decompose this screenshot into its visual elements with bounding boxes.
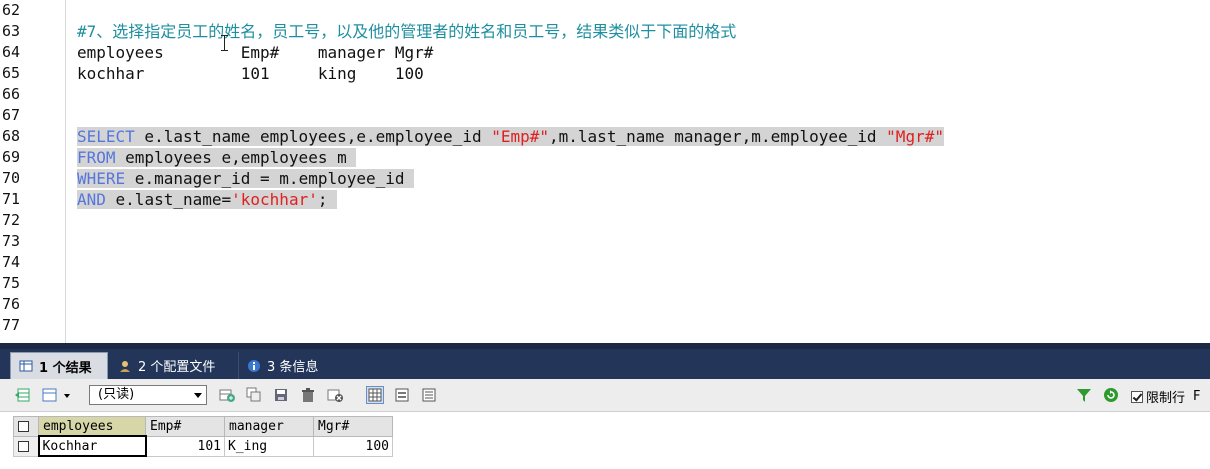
editor-line[interactable]: 67: [0, 105, 1210, 126]
line-number: 69: [2, 148, 21, 166]
sql-string: "Emp#": [491, 127, 550, 146]
result-grid[interactable]: employees Emp# manager Mgr# Kochhar 101 …: [13, 416, 393, 457]
editor-line[interactable]: 74: [0, 252, 1210, 273]
text-view-icon[interactable]: [421, 387, 437, 403]
column-header[interactable]: employees: [38, 416, 146, 437]
chevron-down-icon: [194, 393, 202, 398]
editor-line[interactable]: 64 employees Emp# manager Mgr#: [0, 42, 1210, 63]
code-segment: employees e,employees m: [115, 148, 357, 167]
editor-line[interactable]: 70 WHERE e.manager_id = m.employee_id: [0, 168, 1210, 189]
import-dropdown-icon[interactable]: [42, 387, 74, 403]
sql-keyword: SELECT: [77, 127, 135, 146]
line-number: 70: [2, 169, 21, 187]
filter-icon[interactable]: [1076, 387, 1092, 403]
grid-cell[interactable]: K_ing: [224, 435, 314, 457]
duplicate-row-icon[interactable]: [246, 387, 262, 403]
line-number: 75: [2, 274, 21, 292]
editor-line[interactable]: 72: [0, 210, 1210, 231]
code-segment: e.manager_id = m.employee_id: [125, 169, 415, 188]
info-icon: [247, 359, 261, 373]
code-segment: ,m.last_name manager,m.employee_id: [549, 127, 887, 146]
tab-messages[interactable]: 3 条信息: [238, 352, 334, 379]
form-view-icon[interactable]: [394, 387, 410, 403]
select-all-checkbox[interactable]: [18, 420, 29, 432]
result-tabbar: 1 个结果 2 个配置文件 3 条信息: [0, 349, 1210, 379]
table-row[interactable]: Kochhar 101 K_ing 100: [13, 435, 393, 457]
column-header[interactable]: Emp#: [145, 416, 225, 437]
code-text: employees Emp# manager Mgr#: [77, 43, 434, 62]
editor-line[interactable]: 68 SELECT e.last_name employees,e.employe…: [0, 126, 1210, 147]
code-text: SELECT e.last_name employees,e.employee_…: [77, 126, 944, 147]
editor-line[interactable]: 62: [0, 0, 1210, 21]
line-number: 67: [2, 106, 21, 124]
line-number: 74: [2, 253, 21, 271]
line-number: 71: [2, 190, 21, 208]
tab-label: 1 个结果: [39, 360, 92, 376]
editor-line[interactable]: 76: [0, 294, 1210, 315]
column-header[interactable]: manager: [224, 416, 314, 437]
sql-string: 'kochhar': [231, 190, 318, 209]
column-header[interactable]: Mgr#: [313, 416, 393, 437]
line-number: 76: [2, 295, 21, 313]
line-number: 66: [2, 85, 21, 103]
sql-editor[interactable]: 62 63 #7、选择指定员工的姓名，员工号，以及他的管理者的姓名和员工号，结果类…: [0, 0, 1210, 343]
result-toolbar: (只读) 限制行 F: [0, 379, 1210, 412]
editor-line[interactable]: 69 FROM employees e,employees m: [0, 147, 1210, 168]
tab-label: 2 个配置文件: [138, 360, 216, 375]
line-number: 72: [2, 211, 21, 229]
select-value: (只读): [98, 387, 135, 402]
row-select-cell[interactable]: [13, 435, 39, 457]
text-cursor-icon: [221, 33, 229, 53]
limit-rows-toggle[interactable]: 限制行 F: [1131, 387, 1201, 406]
editor-line[interactable]: 75: [0, 273, 1210, 294]
code-text: AND e.last_name='kochhar';: [77, 189, 338, 210]
line-number: 62: [2, 1, 21, 19]
grid-cell[interactable]: 100: [313, 435, 393, 457]
refresh-icon[interactable]: [1103, 387, 1119, 403]
sql-string: "Mgr#": [886, 127, 944, 146]
cancel-changes-icon[interactable]: [327, 387, 343, 403]
result-grid-icon: [19, 359, 33, 373]
code-segment: e.last_name employees,e.employee_id: [134, 127, 492, 146]
limit-rows-label: 限制行: [1146, 391, 1186, 406]
editor-line[interactable]: 77: [0, 315, 1210, 336]
sql-keyword: AND: [77, 190, 106, 209]
line-number: 64: [2, 43, 21, 61]
delete-trash-icon[interactable]: [300, 387, 316, 403]
export-icon[interactable]: [15, 387, 31, 403]
line-number: 65: [2, 64, 21, 82]
tab-label: 3 条信息: [267, 360, 319, 375]
line-number: 77: [2, 316, 21, 334]
profile-icon: [118, 359, 132, 373]
grid-cell[interactable]: 101: [145, 435, 225, 457]
code-text: kochhar 101 king 100: [77, 64, 424, 83]
editor-line[interactable]: 65 kochhar 101 king 100: [0, 63, 1210, 84]
read-only-mode-select[interactable]: (只读): [89, 385, 207, 405]
limit-rows-checkbox[interactable]: [1131, 390, 1143, 403]
editor-line[interactable]: 73: [0, 231, 1210, 252]
editor-line[interactable]: 71 AND e.last_name='kochhar';: [0, 189, 1210, 210]
grid-cell[interactable]: Kochhar: [37, 435, 147, 457]
grid-view-icon[interactable]: [366, 386, 384, 404]
code-text: WHERE e.manager_id = m.employee_id: [77, 168, 415, 189]
select-all-cell[interactable]: [13, 416, 39, 437]
row-checkbox[interactable]: [18, 440, 29, 452]
sql-keyword: WHERE: [77, 169, 126, 188]
code-text: FROM employees e,employees m: [77, 147, 357, 168]
save-icon[interactable]: [273, 387, 289, 403]
line-number: 68: [2, 127, 21, 145]
grid-header-row: employees Emp# manager Mgr#: [13, 416, 393, 437]
editor-line[interactable]: 66: [0, 84, 1210, 105]
tab-results[interactable]: 1 个结果: [10, 352, 108, 379]
editor-line[interactable]: 63 #7、选择指定员工的姓名，员工号，以及他的管理者的姓名和员工号，结果类似于下…: [0, 21, 1210, 42]
result-grid-area: employees Emp# manager Mgr# Kochhar 101 …: [0, 412, 1210, 469]
sql-keyword: FROM: [77, 148, 116, 167]
code-segment: e.last_name=: [105, 190, 232, 209]
limit-trailing-text: F: [1193, 389, 1201, 404]
tab-profiles[interactable]: 2 个配置文件: [110, 352, 236, 379]
insert-row-icon[interactable]: [219, 387, 235, 403]
comment-text: #7、选择指定员工的姓名，员工号，以及他的管理者的姓名和员工号，结果类似于下面的…: [77, 22, 737, 41]
line-number: 73: [2, 232, 21, 250]
line-number: 63: [2, 22, 21, 40]
